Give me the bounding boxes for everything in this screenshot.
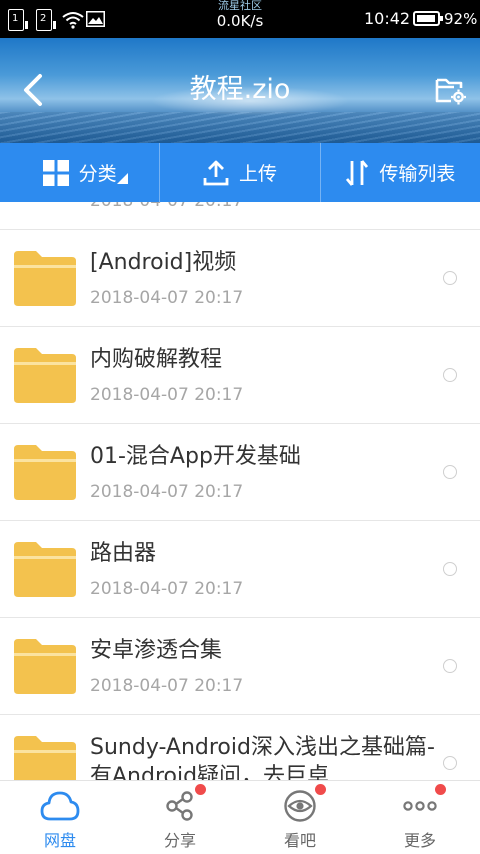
folder-icon bbox=[14, 639, 76, 694]
folder-settings-button[interactable] bbox=[434, 74, 468, 106]
more-icon bbox=[403, 801, 437, 811]
file-name: Sundy-Android深入浅出之基础篇-有Android疑问，去巨卓 bbox=[90, 735, 435, 780]
list-item[interactable]: [Android]视频 2018-04-07 20:17 bbox=[0, 230, 480, 327]
bottom-nav: 网盘 分享 看吧 更多 bbox=[0, 780, 480, 854]
nav-label: 看吧 bbox=[283, 831, 316, 850]
select-radio[interactable] bbox=[443, 368, 457, 382]
file-name: 01-混合App开发基础 bbox=[90, 444, 301, 469]
list-item[interactable]: 安卓渗透合集 2018-04-07 20:17 bbox=[0, 618, 480, 715]
chevron-left-icon bbox=[24, 74, 42, 106]
nav-watch[interactable]: 看吧 bbox=[240, 781, 360, 854]
folder-icon bbox=[14, 542, 76, 597]
select-radio[interactable] bbox=[443, 562, 457, 576]
sim2-icon: 2 bbox=[36, 9, 56, 31]
list-item[interactable]: 路由器 2018-04-07 20:17 bbox=[0, 521, 480, 618]
battery-percent: 92% bbox=[444, 10, 478, 28]
wifi-icon bbox=[62, 12, 84, 29]
share-icon bbox=[166, 791, 193, 821]
status-bar: 1 2 流星社区 0.0K/s 10:42 92% bbox=[0, 0, 480, 38]
network-speed: 流星社区 0.0K/s bbox=[200, 0, 280, 30]
select-radio[interactable] bbox=[443, 659, 457, 673]
toolbar: 分类 上传 传输列表 bbox=[0, 143, 480, 202]
notification-dot bbox=[435, 784, 446, 795]
battery-icon bbox=[413, 11, 443, 26]
file-name: 安卓渗透合集 bbox=[90, 638, 223, 663]
notification-dot bbox=[315, 784, 326, 795]
nav-share[interactable]: 分享 bbox=[120, 781, 240, 854]
sim1-label: 1 bbox=[12, 13, 19, 24]
nav-label: 网盘 bbox=[43, 831, 76, 850]
sim1-icon: 1 bbox=[8, 9, 28, 31]
clock: 10:42 bbox=[364, 9, 411, 28]
image-icon bbox=[86, 11, 105, 27]
back-button[interactable] bbox=[14, 68, 54, 112]
upload-button[interactable]: 上传 bbox=[159, 143, 319, 202]
list-item[interactable]: 2018-04-07 20:17 bbox=[0, 202, 480, 230]
file-date: 2018-04-07 20:17 bbox=[90, 579, 244, 599]
notification-dot bbox=[195, 784, 206, 795]
list-item[interactable]: 内购破解教程 2018-04-07 20:17 bbox=[0, 327, 480, 424]
file-name: 路由器 bbox=[90, 541, 157, 566]
sim2-label: 2 bbox=[40, 13, 47, 24]
dropdown-triangle-icon bbox=[117, 173, 128, 184]
file-date: 2018-04-07 20:17 bbox=[90, 676, 244, 696]
folder-settings-icon bbox=[435, 78, 466, 105]
file-date: 2018-04-07 20:17 bbox=[90, 288, 244, 308]
nav-more[interactable]: 更多 bbox=[360, 781, 480, 854]
upload-icon bbox=[203, 160, 229, 185]
folder-icon bbox=[14, 348, 76, 403]
transfer-list-button[interactable]: 传输列表 bbox=[319, 143, 480, 202]
page-title: 教程.zio bbox=[189, 74, 291, 105]
file-date: 2018-04-07 20:17 bbox=[90, 385, 244, 405]
header: 教程.zio bbox=[0, 38, 480, 143]
list-item[interactable]: Sundy-Android深入浅出之基础篇-有Android疑问，去巨卓 bbox=[0, 715, 480, 780]
select-radio[interactable] bbox=[443, 756, 457, 770]
transfer-list-label: 传输列表 bbox=[379, 163, 456, 185]
file-date: 2018-04-07 20:17 bbox=[90, 202, 243, 213]
grid-icon bbox=[42, 159, 69, 186]
nav-netdisk[interactable]: 网盘 bbox=[0, 781, 120, 854]
cloud-icon bbox=[40, 791, 80, 821]
upload-label: 上传 bbox=[238, 163, 277, 185]
category-label: 分类 bbox=[78, 163, 117, 185]
category-button[interactable]: 分类 bbox=[0, 143, 159, 202]
folder-icon bbox=[14, 445, 76, 500]
eye-icon bbox=[284, 790, 316, 822]
site-label: 流星社区 bbox=[218, 0, 262, 12]
folder-icon bbox=[14, 251, 76, 306]
select-radio[interactable] bbox=[443, 271, 457, 285]
file-name: [Android]视频 bbox=[90, 250, 237, 275]
file-date: 2018-04-07 20:17 bbox=[90, 482, 244, 502]
folder-icon bbox=[14, 736, 76, 780]
speed-label: 0.0K/s bbox=[216, 12, 264, 30]
list-item[interactable]: 01-混合App开发基础 2018-04-07 20:17 bbox=[0, 424, 480, 521]
transfer-icon bbox=[346, 159, 369, 186]
file-list: 2018-04-07 20:17 [Android]视频 2018-04-07 … bbox=[0, 202, 480, 780]
nav-label: 更多 bbox=[403, 831, 436, 850]
nav-label: 分享 bbox=[163, 831, 196, 850]
select-radio[interactable] bbox=[443, 465, 457, 479]
file-name: 内购破解教程 bbox=[90, 347, 223, 372]
